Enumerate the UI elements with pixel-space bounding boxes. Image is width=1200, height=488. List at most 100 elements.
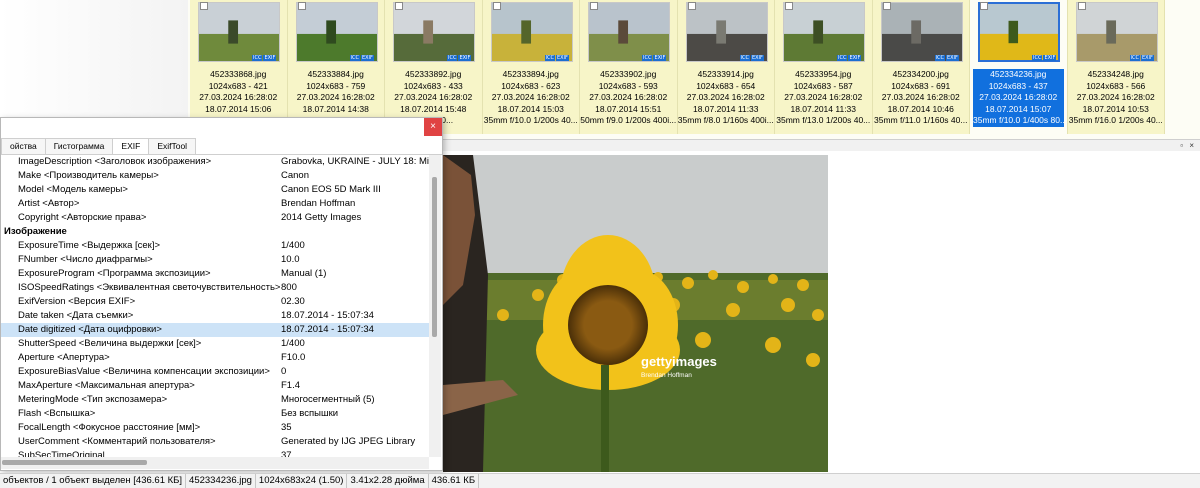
thumbnail-taken: 18.07.2014 15:48 [400, 103, 467, 114]
thumbnail-filename: 452333884.jpg [307, 69, 364, 79]
exif-row[interactable]: ImageDescription <Заголовок изображения>… [1, 155, 429, 169]
icc-badge: ICC [447, 55, 458, 61]
thumbnail-checkbox[interactable] [492, 2, 501, 10]
exif-row[interactable]: SubSecTimeOriginal 37 [1, 449, 429, 457]
thumbnail-image[interactable] [198, 2, 280, 62]
exif-section-header[interactable]: Изображение [1, 225, 429, 239]
preview-image: gettyimages Brendan Hoffman [443, 155, 828, 472]
thumbnail-item[interactable]: ICC EXIF 452334248.jpg 1024x683 - 566 27.03.… [1067, 0, 1165, 134]
thumbnail-image[interactable] [393, 2, 475, 62]
thumbnail-image[interactable] [588, 2, 670, 62]
exif-row[interactable]: UserComment <Комментарий пользователя> Ge… [1, 435, 429, 449]
tab-2[interactable]: EXIF [112, 138, 150, 154]
thumbnail-dimensions: 1024x683 - 587 [793, 80, 853, 91]
exif-key: ExifVersion <Версия EXIF> [18, 296, 136, 307]
exif-row[interactable]: Flash <Вспышка> Без вспышки [1, 407, 429, 421]
exif-row[interactable]: MaxAperture <Максимальная апертура> F1.4 [1, 379, 429, 393]
thumbnail-image[interactable] [685, 2, 768, 62]
thumbnail-item[interactable]: ICC EXIF 452334236.jpg 1024x683 - 437 27.03.… [970, 0, 1068, 134]
exif-row[interactable]: MeteringMode <Тип экспозамера> Многосегме… [1, 393, 429, 407]
exif-row[interactable]: FocalLength <Фокусное расстояние [мм]> 35 [1, 421, 429, 435]
thumbnail-filename: 452334236.jpg [973, 69, 1064, 81]
exif-row[interactable]: ISOSpeedRatings <Эквивалентная светочувс… [1, 281, 429, 295]
thumbnail-date: 27.03.2024 16:28:02 [1076, 92, 1155, 103]
thumbnail-meta: 452333954.jpg 1024x683 - 587 27.03.2024 16… [775, 69, 872, 127]
tab-3[interactable]: ExifTool [148, 138, 197, 154]
horizontal-scroll-thumb[interactable] [2, 460, 147, 465]
exif-key: SubSecTimeOriginal [18, 450, 105, 457]
thumbnail-item[interactable]: ICC EXIF 452333954.jpg 1024x683 - 587 27.03.… [775, 0, 873, 134]
thumbnail-checkbox[interactable] [395, 2, 403, 10]
exif-value: 18.07.2014 - 15:07:34 [281, 324, 374, 335]
thumbnail-filename: 452333954.jpg [795, 69, 852, 79]
exif-key: Изображение [4, 226, 67, 237]
thumbnail-dimensions: 1024x683 - 759 [306, 80, 366, 91]
exif-row[interactable]: ExposureBiasValue <Величина компенсации … [1, 365, 429, 379]
exif-badge: EXIF [1140, 55, 1154, 61]
thumbnail-meta: 452334248.jpg 1024x683 - 566 27.03.2024 16… [1068, 69, 1165, 127]
thumbnail-checkbox[interactable] [785, 2, 793, 10]
exif-row[interactable]: ExifVersion <Версия EXIF> 02.30 [1, 295, 429, 309]
thumbnail-checkbox[interactable] [882, 2, 891, 10]
exif-row[interactable]: Artist <Автор> Brendan Hoffman [1, 197, 429, 211]
thumbnail-item[interactable]: ICC EXIF 452334200.jpg 1024x683 - 691 27.03.… [872, 0, 970, 134]
exif-badge: EXIF [360, 55, 374, 61]
exif-row[interactable]: Date taken <Дата съемки> 18.07.2014 - 15:… [1, 309, 429, 323]
thumbnail-date: 27.03.2024 16:28:02 [199, 92, 278, 103]
exif-key: ExposureTime <Выдержка [сек]> [18, 240, 161, 251]
exif-row[interactable]: ExposureProgram <Программа экспозиции> Ma… [1, 267, 429, 281]
thumbnail-item[interactable]: ICC EXIF 452333914.jpg 1024x683 - 654 27.03.… [677, 0, 775, 134]
exif-row[interactable]: Model <Модель камеры> Canon EOS 5D Mark I… [1, 183, 429, 197]
thumbnail-taken: 18.07.2014 15:03 [497, 103, 564, 114]
thumbnail-exposure: 35mm f/11.0 1/160s 40... [874, 115, 968, 126]
thumbnail-checkbox[interactable] [200, 2, 208, 10]
thumbnail-date: 27.03.2024 16:28:02 [491, 92, 570, 103]
exif-row[interactable]: ShutterSpeed <Величина выдержки [сек]> 1/… [1, 337, 429, 351]
icc-badge: ICC [1032, 55, 1043, 61]
thumbnail-item[interactable]: ICC EXIF 452333868.jpg 1024x683 - 421 27.03.… [190, 0, 288, 134]
exif-key: Artist <Автор> [18, 198, 80, 209]
exif-row[interactable]: Make <Производитель камеры> Canon [1, 169, 429, 183]
exif-table[interactable]: ImageDescription <Заголовок изображения>… [1, 155, 429, 457]
tab-1[interactable]: Гистограмма [44, 138, 114, 154]
horizontal-scrollbar[interactable] [1, 457, 429, 469]
vertical-scrollbar[interactable] [429, 155, 441, 457]
thumbnail-image[interactable] [978, 2, 1060, 62]
thumbnail-checkbox[interactable] [1077, 2, 1086, 10]
thumbnail-taken: 18.07.2014 10:46 [887, 103, 954, 114]
exif-row[interactable]: FNumber <Число диафрагмы> 10.0 [1, 253, 429, 267]
thumbnail-item[interactable]: ICC EXIF 452333894.jpg 1024x683 - 623 27.03.… [482, 0, 580, 134]
thumbnail-filename: 452333892.jpg [405, 69, 462, 79]
thumbnail-filename: 452333868.jpg [210, 69, 267, 79]
exif-key: Date taken <Дата съемки> [18, 310, 134, 321]
viewer-window-controls[interactable]: ▫ × [1180, 141, 1196, 150]
thumbnail-image[interactable] [1075, 2, 1158, 62]
info-tabs: ойства Гистограмма EXIF ExifTool [1, 138, 197, 154]
thumbnail-item[interactable]: ICC EXIF 452333902.jpg 1024x683 - 593 27.03.… [580, 0, 678, 134]
thumbnail-badges: ICC EXIF [1032, 55, 1057, 61]
thumbnail-image[interactable] [295, 2, 378, 62]
close-button[interactable]: × [424, 118, 442, 136]
thumbnail-date: 27.03.2024 16:28:02 [686, 92, 765, 103]
vertical-scroll-thumb[interactable] [432, 177, 437, 337]
exif-row[interactable]: Date digitized <Дата оцифровки> 18.07.201… [1, 323, 429, 337]
thumbnail-checkbox[interactable] [980, 2, 988, 10]
thumbnail-checkbox[interactable] [297, 2, 306, 10]
exif-row[interactable]: ExposureTime <Выдержка [сек]> 1/400 [1, 239, 429, 253]
exif-row[interactable]: Copyright <Авторские права> 2014 Getty Im… [1, 211, 429, 225]
exif-value: F1.4 [281, 380, 301, 391]
exif-key: MeteringMode <Тип экспозамера> [18, 394, 168, 405]
thumbnail-checkbox[interactable] [687, 2, 696, 10]
thumbnail-checkbox[interactable] [590, 2, 598, 10]
thumbnail-dimensions: 1024x683 - 421 [208, 80, 268, 91]
thumbnail-item[interactable]: ICC EXIF 452333884.jpg 1024x683 - 759 27.03.… [287, 0, 385, 134]
exif-value: Canon EOS 5D Mark III [281, 184, 381, 195]
thumbnail-image[interactable] [490, 2, 573, 62]
exif-value: 02.30 [281, 296, 305, 307]
thumbnail-image[interactable] [880, 2, 963, 62]
tab-0[interactable]: ойства [1, 138, 46, 154]
thumbnail-image[interactable] [783, 2, 865, 62]
exif-row[interactable]: Aperture <Апертура> F10.0 [1, 351, 429, 365]
thumbnail-item[interactable]: ICC EXIF 452333892.jpg 1024x683 - 433 27.03.… [385, 0, 483, 134]
thumbnail-dimensions: 1024x683 - 593 [598, 80, 658, 91]
